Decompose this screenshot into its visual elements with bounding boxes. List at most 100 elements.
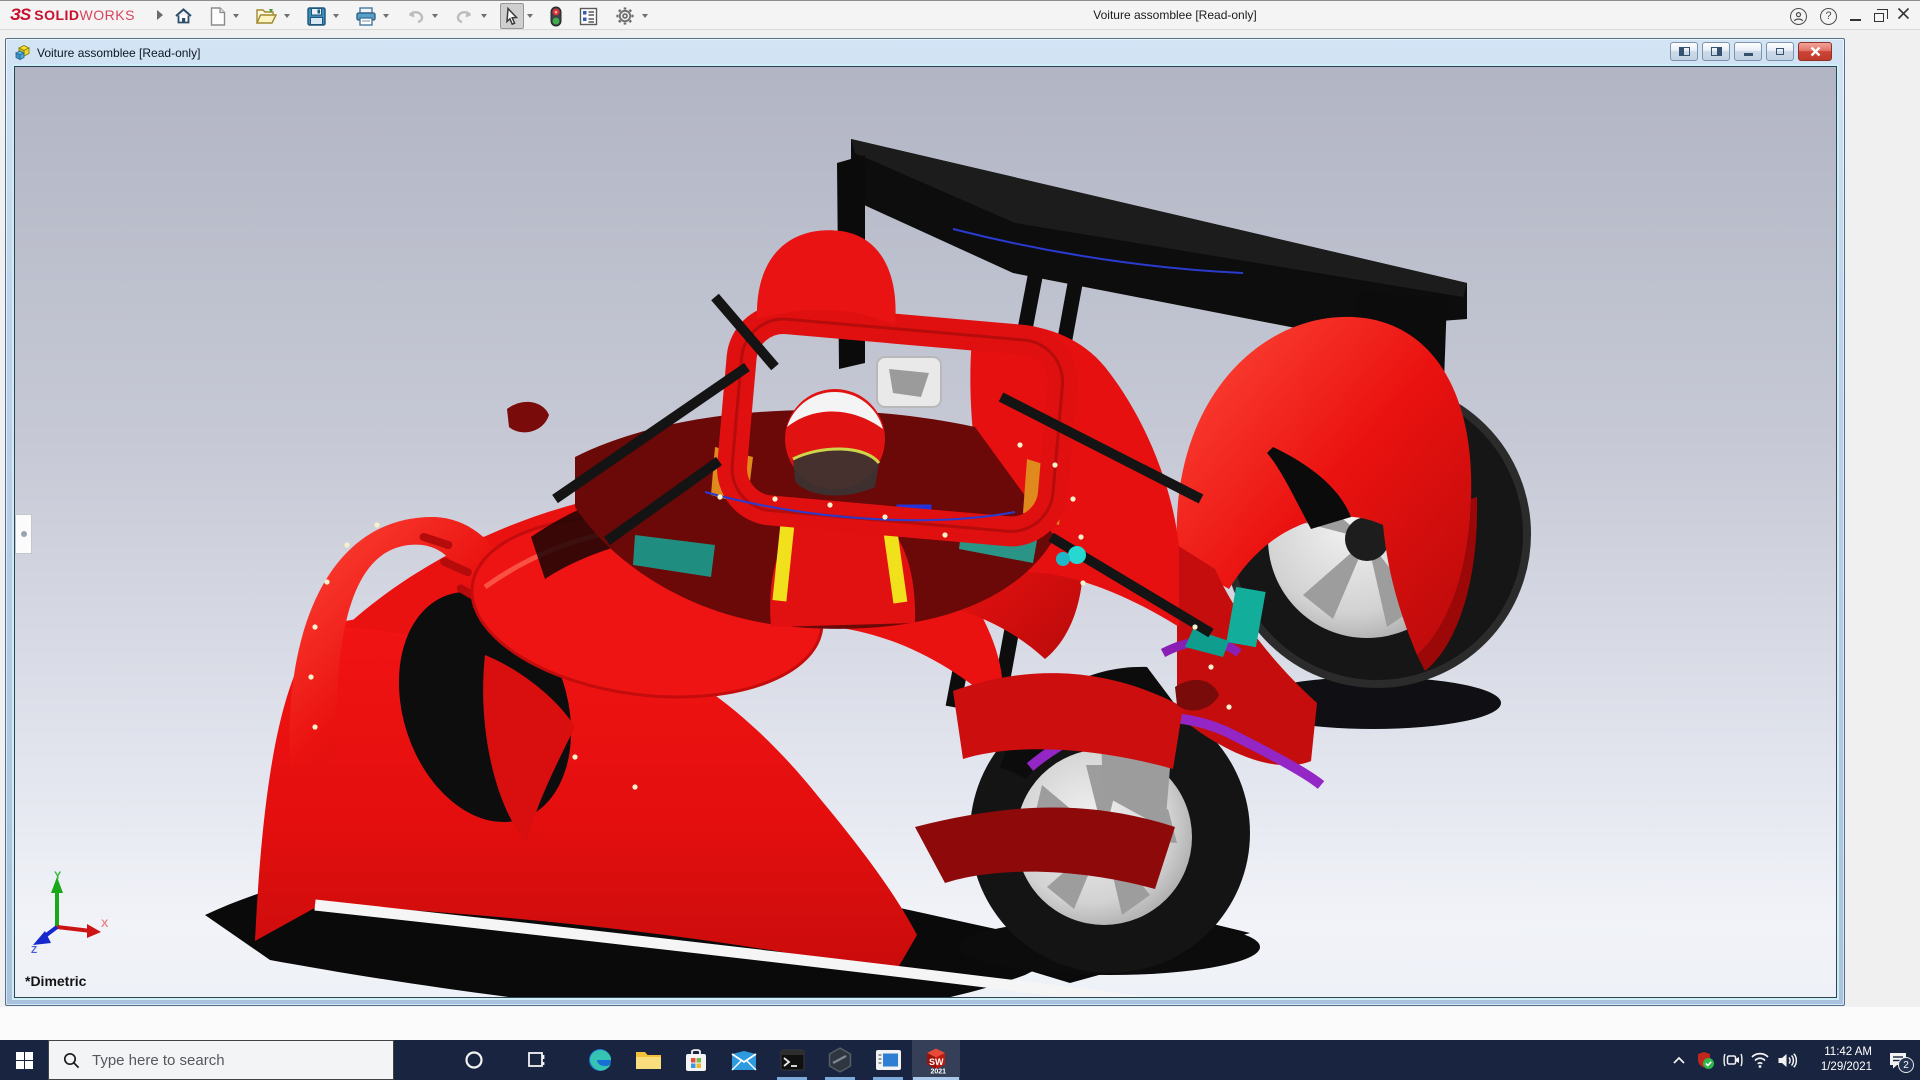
start-button[interactable] <box>0 1040 48 1080</box>
search-icon <box>63 1052 80 1068</box>
task-view-icon <box>528 1052 545 1067</box>
notification-count-badge: 2 <box>1898 1057 1914 1073</box>
help-button[interactable]: ? <box>1820 7 1837 25</box>
undo-button[interactable] <box>402 3 429 29</box>
redo-dropdown-icon[interactable] <box>481 14 487 18</box>
open-folder-icon <box>256 9 277 24</box>
new-document-icon <box>210 6 226 26</box>
app-window-controls: ? <box>1790 1 1910 31</box>
cortana-button[interactable] <box>450 1040 498 1080</box>
undo-dropdown-icon[interactable] <box>432 14 438 18</box>
graphics-viewport[interactable]: Y X Z *Dimetric <box>14 66 1837 998</box>
solidworks-screen: ЗS SOLID WORKS Voiture assomblee [Read-o… <box>0 0 1920 1080</box>
action-center-button[interactable]: 2 <box>1876 1040 1920 1080</box>
select-dropdown-icon[interactable] <box>527 14 533 18</box>
file-properties-button[interactable] <box>575 3 602 29</box>
show-left-pane-button[interactable] <box>1670 42 1698 61</box>
doc-minimize-icon <box>1743 53 1753 56</box>
assembly-icon <box>14 44 31 61</box>
taskbar-store-button[interactable] <box>672 1040 720 1080</box>
hexagon-app-icon <box>828 1047 852 1073</box>
open-dropdown-icon[interactable] <box>284 14 290 18</box>
feature-pane-tab[interactable] <box>15 514 32 554</box>
minimize-button[interactable] <box>1850 12 1861 21</box>
taskbar-edge-button[interactable] <box>576 1040 624 1080</box>
taskbar-explorer-button[interactable] <box>624 1040 672 1080</box>
sw-year: 2021 <box>931 1069 947 1076</box>
brand-light-text: WORKS <box>79 7 135 23</box>
save-dropdown-icon[interactable] <box>333 14 339 18</box>
network-tray-button[interactable] <box>1746 1040 1773 1080</box>
solidworks-logo-icon: ЗS <box>10 5 31 24</box>
mirror-housing <box>876 356 942 408</box>
meet-now-tray-button[interactable] <box>1719 1040 1746 1080</box>
race-car-3d-model[interactable] <box>15 67 1837 997</box>
taskbar: SW 2021 <box>0 1040 1920 1080</box>
display-app-icon <box>875 1050 901 1070</box>
document-window: Voiture assomblee [Read-only] Y X Z *Dim… <box>5 38 1845 1006</box>
microsoft-store-icon <box>686 1048 706 1071</box>
file-explorer-icon <box>635 1052 661 1069</box>
left-pane-icon <box>1678 47 1690 56</box>
restore-button[interactable] <box>1874 9 1888 22</box>
taskbar-terminal-button[interactable] <box>768 1040 816 1080</box>
print-button[interactable] <box>352 3 380 29</box>
sw-letters: SW <box>929 1057 944 1067</box>
sw-shield-check-icon <box>1698 1051 1714 1069</box>
app-titlebar: ЗS SOLID WORKS Voiture assomblee [Read-o… <box>0 0 1920 30</box>
right-pane-icon <box>1710 47 1722 56</box>
select-tool-button[interactable] <box>500 3 524 29</box>
open-button[interactable] <box>252 3 281 29</box>
brand-bold-text: SOLID <box>34 7 80 23</box>
rebuild-traffic-light-icon <box>550 6 562 26</box>
volume-tray-button[interactable] <box>1773 1040 1800 1080</box>
orientation-triad: Y X Z <box>31 870 109 953</box>
doc-close-button[interactable] <box>1798 42 1832 61</box>
doc-minimize-button[interactable] <box>1734 42 1762 61</box>
taskbar-hexagon-app-button[interactable] <box>816 1040 864 1080</box>
close-button[interactable] <box>1897 7 1910 25</box>
new-document-button[interactable] <box>206 3 230 29</box>
home-button[interactable] <box>170 3 197 29</box>
home-icon <box>175 8 192 24</box>
taskbar-display-app-button[interactable] <box>864 1040 912 1080</box>
save-icon <box>307 6 326 26</box>
document-titlebar[interactable]: Voiture assomblee [Read-only] <box>6 39 1844 66</box>
show-right-pane-button[interactable] <box>1702 42 1730 61</box>
save-button[interactable] <box>303 3 330 29</box>
redo-button[interactable] <box>451 3 478 29</box>
options-button[interactable] <box>611 3 639 29</box>
doc-restore-button[interactable] <box>1766 42 1794 61</box>
help-icon: ? <box>1825 10 1832 22</box>
taskbar-clock[interactable]: 11:42 AM 1/29/2021 <box>1800 1045 1876 1075</box>
options-dropdown-icon[interactable] <box>642 14 648 18</box>
taskbar-solidworks-button[interactable]: SW 2021 <box>912 1040 960 1080</box>
search-input[interactable] <box>92 1051 362 1069</box>
print-dropdown-icon[interactable] <box>383 14 389 18</box>
minimize-icon <box>1850 18 1861 21</box>
doc-close-icon <box>1810 46 1820 57</box>
solidworks-2021-icon: SW 2021 <box>927 1048 947 1076</box>
toolbar-expand-icon[interactable] <box>156 10 163 20</box>
restore-icon <box>1874 9 1888 22</box>
view-orientation-label: *Dimetric <box>25 973 87 989</box>
triad-z-label: Z <box>31 945 37 953</box>
taskbar-mail-button[interactable] <box>720 1040 768 1080</box>
options-gear-icon <box>616 7 634 25</box>
windows-logo-icon <box>15 1051 33 1069</box>
document-title: Voiture assomblee [Read-only] <box>37 45 201 60</box>
edge-icon <box>589 1049 612 1071</box>
account-button[interactable] <box>1790 7 1807 25</box>
taskbar-search[interactable] <box>48 1040 394 1080</box>
solidworks-monitor-tray-button[interactable] <box>1692 1040 1719 1080</box>
new-document-dropdown-icon[interactable] <box>233 14 239 18</box>
mail-icon <box>731 1050 757 1070</box>
rebuild-button[interactable] <box>546 3 566 29</box>
system-tray: 11:42 AM 1/29/2021 2 <box>1665 1040 1920 1080</box>
clock-date: 1/29/2021 <box>1820 1061 1872 1073</box>
hidden-icons-button[interactable] <box>1665 1040 1692 1080</box>
task-view-button[interactable] <box>512 1040 560 1080</box>
triad-x-label: X <box>101 918 109 930</box>
triad-y-label: Y <box>54 870 62 882</box>
clock-time: 11:42 AM <box>1824 1046 1872 1059</box>
